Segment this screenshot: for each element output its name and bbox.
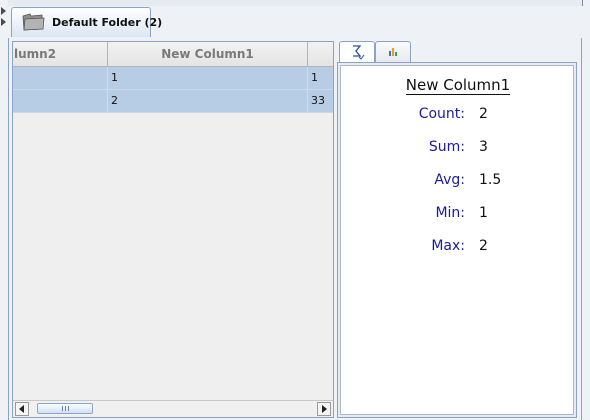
tab-summary-stats[interactable] [339,41,375,63]
stat-row-count: Count: 2 [341,106,575,126]
tab-default-folder[interactable]: Default Folder (2) [11,7,162,37]
data-table: lumn2 New Column1 1 1 2 33 [12,41,334,418]
arrow-left-icon [19,405,24,413]
stat-label: Sum: [428,139,465,155]
table-cell[interactable] [13,90,108,112]
stat-row-avg: Avg: 1.5 [341,172,575,192]
stat-value: 2 [479,238,488,254]
left-gutter [0,0,8,420]
stat-row-max: Max: 2 [341,238,575,258]
grip-line [68,406,69,411]
table-cell[interactable] [13,67,108,89]
grip-line [65,406,66,411]
grip-line [62,406,63,411]
stat-value: 3 [479,139,488,155]
table-cell[interactable]: 33 [308,90,333,112]
table-row[interactable]: 2 33 [13,90,333,113]
stat-label: Avg: [434,172,465,188]
expand-arrow-icon[interactable] [1,18,6,26]
stats-tab-strip [337,41,577,63]
stat-value: 1 [479,205,488,221]
tab-chart[interactable] [375,41,411,62]
stat-row-min: Min: 1 [341,205,575,225]
arrow-right-icon [322,405,327,413]
tab-strip: Default Folder (2) [8,6,582,39]
column-header[interactable]: New Column1 [108,42,308,66]
scroll-right-button[interactable] [317,402,331,416]
stat-value: 1.5 [479,172,502,188]
horizontal-scrollbar[interactable] [13,400,333,417]
scrollbar-thumb[interactable] [37,403,93,414]
stats-title-text: New Column1 [405,76,511,95]
stat-label: Max: [431,238,465,254]
stat-row-sum: Sum: 3 [341,139,575,159]
table-cell[interactable]: 2 [108,90,308,112]
scroll-left-button[interactable] [15,402,29,416]
tab-label: Default Folder (2) [52,16,163,29]
bar-chart-icon [389,48,397,56]
stats-title: New Column1 [341,76,575,95]
table-row[interactable]: 1 1 [13,67,333,90]
column-header[interactable] [308,42,333,66]
stat-label: Min: [435,205,465,221]
column-statistics-panel: New Column1 Count: 2 Sum: 3 Avg: 1.5 Min… [340,65,574,415]
stats-frame: New Column1 Count: 2 Sum: 3 Avg: 1.5 Min… [337,62,577,418]
table-header: lumn2 New Column1 [13,42,333,67]
column-header[interactable]: lumn2 [13,42,108,66]
folder-icon [22,13,45,31]
table-cell[interactable]: 1 [108,67,308,89]
stat-label: Count: [418,106,465,122]
table-cell[interactable]: 1 [308,67,333,89]
stat-value: 2 [479,106,488,122]
summary-stats-icon [353,45,365,60]
expand-arrow-icon[interactable] [1,7,6,15]
